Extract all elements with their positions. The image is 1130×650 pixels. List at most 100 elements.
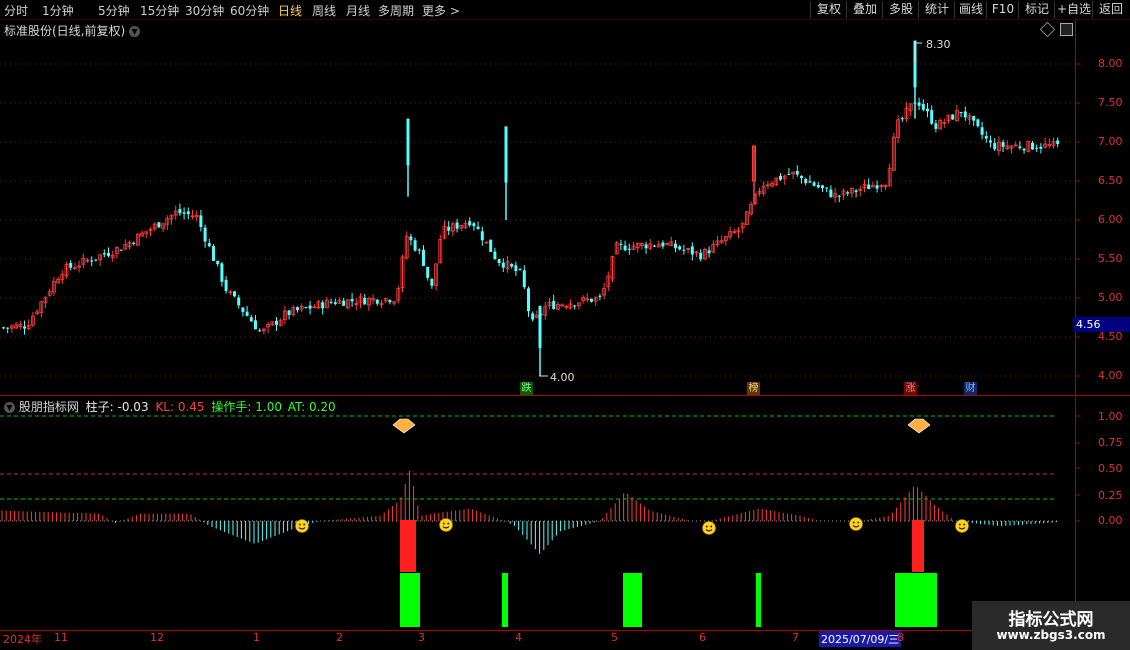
candle-body [413,240,417,251]
candle-body [342,300,346,306]
candle-body [959,112,963,114]
date-label: 5 [611,631,618,644]
smiley-icon [295,519,309,533]
diamond-signal-icon [907,418,931,434]
candle-body [489,239,493,252]
candle-body [216,260,220,265]
candle-body [804,178,808,184]
indicator-name[interactable]: 股朋指标网 [19,400,79,414]
candle-body [976,119,980,127]
price-tick: 4.00 [1098,369,1123,382]
candle-body [132,242,136,244]
candle-body [510,263,514,267]
green-signal-bar [623,573,642,627]
candle-body [472,223,476,227]
diamond-signal-icon [392,418,416,434]
candle-body [846,192,850,194]
signal-bars [400,520,937,627]
candle-body [993,143,997,150]
date-label: 2 [336,631,343,644]
candle-body [573,305,577,307]
at-value: AT: 0.20 [287,400,336,414]
candle-body [102,253,106,255]
candle-body [972,116,976,121]
red-signal-bar [400,520,416,572]
candle-body [808,181,812,183]
candle-body [653,245,656,247]
red-signal-bar [912,520,924,572]
candle-body [1039,146,1043,149]
indicator-tick: 0.75 [1098,436,1123,449]
watermark: 指标公式网 www.zbgs3.com [972,601,1130,650]
date-label: 2024年 [3,633,42,646]
smiley-eye [442,522,445,525]
candle-body [934,123,938,129]
candle-body [930,110,934,124]
candle-body [430,278,434,286]
candle-body [501,262,505,268]
candle-body [825,187,829,189]
candle-body [178,209,182,214]
candle-body [552,300,556,310]
operator-value: 操作手: 1.00 [211,400,282,414]
candle-body [644,244,648,249]
candle-body [926,108,929,112]
date-label: 7 [792,631,799,644]
candle-body [409,236,413,241]
indicator-tick: 0.25 [1098,489,1123,502]
candle-body [1018,146,1022,149]
date-label: 12 [150,631,164,644]
candle-body [186,211,190,215]
candle-body [678,246,682,250]
green-signal-bar [502,573,508,627]
candle-body [476,226,480,230]
candle-body [1035,147,1039,149]
date-label: 1 [253,631,260,644]
smiley-eye [303,523,306,526]
candle-body [917,102,921,106]
chart-canvas[interactable] [0,0,1130,650]
price-tick: 6.50 [1098,174,1123,187]
candle-body [699,252,703,260]
candle-body [682,249,686,251]
smiley-eye [857,521,860,524]
candle-body [989,140,992,143]
candle-body [287,310,291,316]
smiley-icon [439,518,453,532]
smiley-eye [852,521,855,524]
candle-body [674,243,677,249]
candle-body [333,302,337,305]
current-price-badge: 4.56 [1073,317,1130,332]
candle-body [241,307,245,312]
candle-body [963,111,967,118]
candle-body [1001,141,1005,147]
candle-body [984,136,988,139]
candle-body [233,291,236,297]
indicator-tick: 0.00 [1098,514,1123,527]
event-tag-list[interactable]: 榜 [747,382,760,395]
date-label: 3 [418,631,425,644]
event-tag-rise[interactable]: 涨 [904,382,917,395]
candle-body [531,313,535,320]
candle-body [237,297,241,306]
zhuzi-value: 柱子: -0.03 [85,400,149,414]
candle-body [23,326,26,329]
chevron-down-icon[interactable]: ▼ [4,402,15,413]
event-tag-finance[interactable]: 财 [964,382,977,395]
smiley-icon [702,521,716,535]
smiley-eye [963,523,966,526]
date-label: 11 [54,631,68,644]
green-signal-bar [400,573,420,627]
candle-body [787,173,791,175]
candle-body [900,118,904,120]
candle-body [921,103,925,110]
event-tag-fall[interactable]: 跌 [520,382,533,395]
spike-body [504,126,508,183]
candle-body [245,311,249,316]
indicator-tick: 1.00 [1098,410,1123,423]
smiley-icon [849,517,863,531]
candle-body [203,227,207,242]
candle-body [468,221,472,226]
watermark-url: www.zbgs3.com [996,628,1106,642]
candle-body [867,184,871,190]
